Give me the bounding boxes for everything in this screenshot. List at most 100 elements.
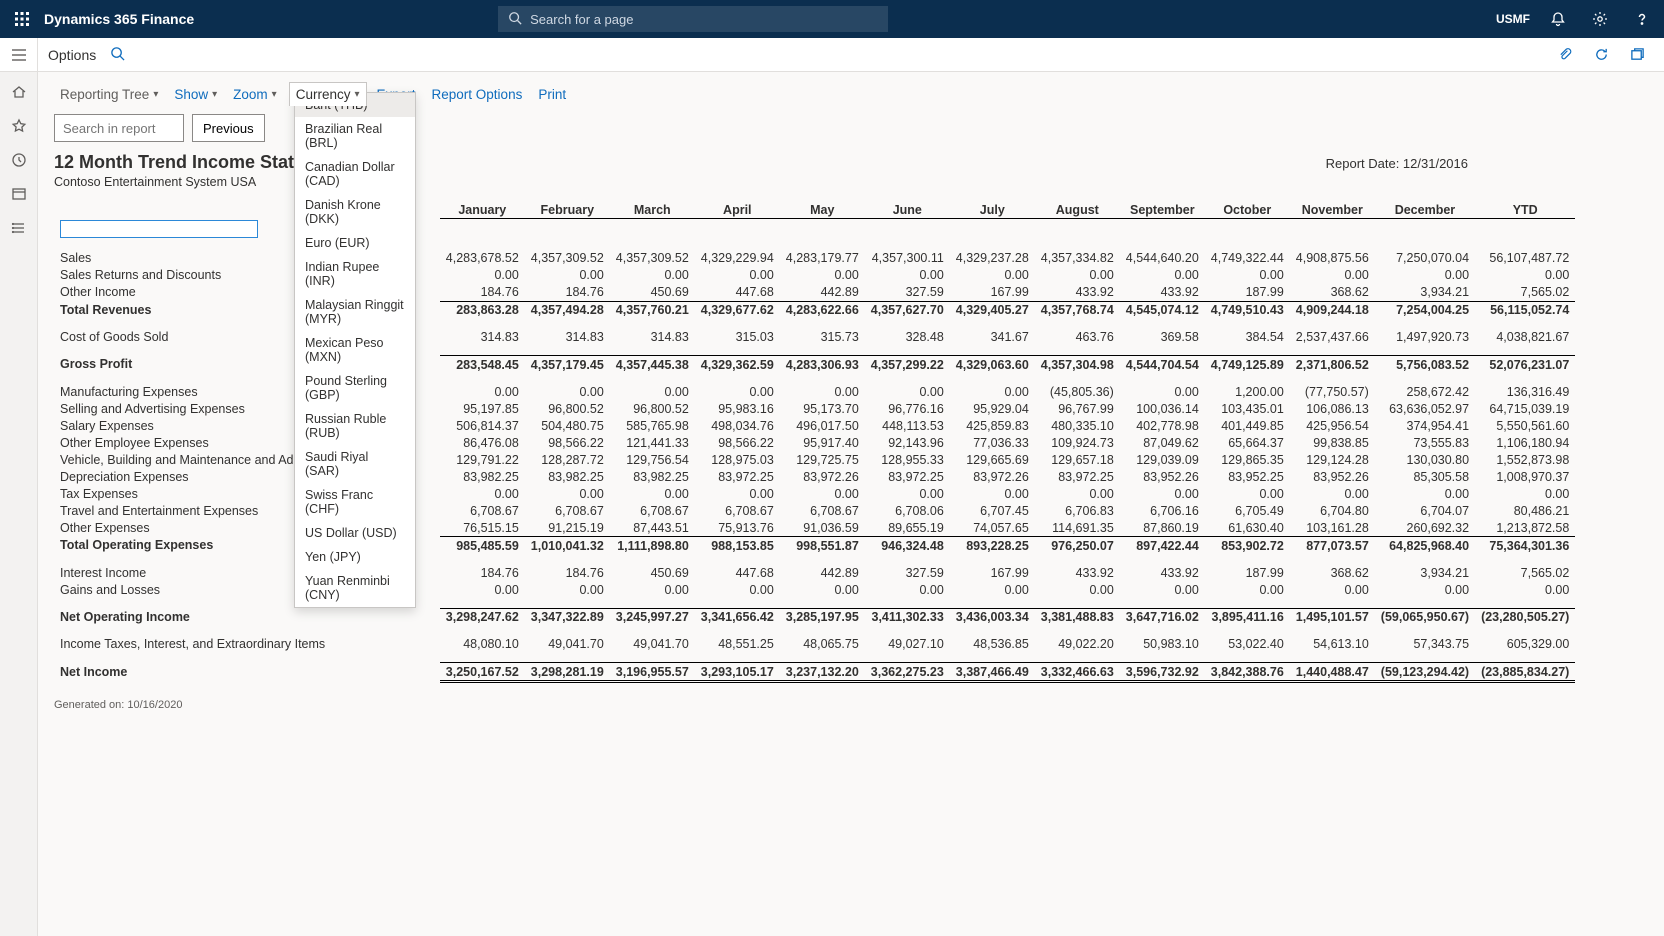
cell-value: 7,254,004.25 bbox=[1375, 301, 1475, 319]
cell-value: 1,552,873.98 bbox=[1475, 451, 1575, 468]
cell-value: 314.83 bbox=[525, 329, 610, 346]
gear-icon[interactable] bbox=[1586, 5, 1614, 33]
attach-icon[interactable] bbox=[1552, 42, 1578, 68]
cell-value: 0.00 bbox=[695, 383, 780, 400]
nav-toggle-icon[interactable] bbox=[0, 38, 38, 72]
currency-option[interactable]: Brazilian Real (BRL) bbox=[295, 117, 415, 155]
currency-option[interactable]: Indian Rupee (INR) bbox=[295, 255, 415, 293]
recent-icon[interactable] bbox=[5, 146, 33, 174]
cell-value: 3,387,466.49 bbox=[950, 663, 1035, 682]
currency-option[interactable]: Saudi Riyal (SAR) bbox=[295, 445, 415, 483]
zoom-label: Zoom bbox=[233, 87, 268, 102]
previous-button[interactable]: Previous bbox=[192, 114, 265, 142]
cell-value: 6,704.80 bbox=[1290, 502, 1375, 519]
cell-value: 184.76 bbox=[440, 284, 525, 302]
cell-value: 4,329,063.60 bbox=[950, 356, 1035, 374]
cell-value: 450.69 bbox=[610, 284, 695, 302]
page-search-icon[interactable] bbox=[110, 46, 125, 64]
report-table: JanuaryFebruaryMarchAprilMayJuneJulyAugu… bbox=[54, 201, 1575, 683]
cell-value: 83,952.26 bbox=[1290, 468, 1375, 485]
cell-value: 0.00 bbox=[525, 581, 610, 598]
cell-value: 129,865.35 bbox=[1205, 451, 1290, 468]
cell-value: 0.00 bbox=[1375, 581, 1475, 598]
cell-value: 103,435.01 bbox=[1205, 400, 1290, 417]
cell-value: 4,749,322.44 bbox=[1205, 250, 1290, 267]
favorites-icon[interactable] bbox=[5, 112, 33, 140]
cell-value: 6,704.07 bbox=[1375, 502, 1475, 519]
cell-value: 442.89 bbox=[780, 284, 865, 302]
cell-value: 4,908,875.56 bbox=[1290, 250, 1375, 267]
cell-value: 4,357,300.11 bbox=[865, 250, 950, 267]
chevron-down-icon: ▾ bbox=[153, 89, 158, 100]
cell-value: 99,838.85 bbox=[1290, 434, 1375, 451]
cell-value: 4,357,760.21 bbox=[610, 301, 695, 319]
currency-option[interactable]: Russian Ruble (RUB) bbox=[295, 407, 415, 445]
global-search-input[interactable] bbox=[530, 12, 878, 27]
cell-value: 368.62 bbox=[1290, 284, 1375, 302]
currency-option[interactable]: Canadian Dollar (CAD) bbox=[295, 155, 415, 193]
cell-value: 0.00 bbox=[1205, 485, 1290, 502]
currency-option[interactable]: US Dollar (USD) bbox=[295, 521, 415, 545]
cell-value: 3,347,322.89 bbox=[525, 608, 610, 626]
cell-value: 0.00 bbox=[780, 581, 865, 598]
cell-value: 341.67 bbox=[950, 329, 1035, 346]
cell-value: 6,708.67 bbox=[780, 502, 865, 519]
report-search-input[interactable] bbox=[54, 114, 184, 142]
notifications-icon[interactable] bbox=[1544, 5, 1572, 33]
cell-value: (59,065,950.67) bbox=[1375, 608, 1475, 626]
home-icon[interactable] bbox=[5, 78, 33, 106]
print-button[interactable]: Print bbox=[532, 83, 572, 106]
cell-value: 91,215.19 bbox=[525, 519, 610, 537]
cell-value: 87,443.51 bbox=[610, 519, 695, 537]
currency-option[interactable]: Pound Sterling (GBP) bbox=[295, 369, 415, 407]
selected-cell-indicator[interactable] bbox=[60, 220, 258, 238]
currency-option[interactable]: Euro (EUR) bbox=[295, 231, 415, 255]
cell-value: 4,283,622.66 bbox=[780, 301, 865, 319]
cell-value: 61,630.40 bbox=[1205, 519, 1290, 537]
cell-value: 64,825,968.40 bbox=[1375, 537, 1475, 555]
reporting-tree-menu[interactable]: Reporting Tree ▾ bbox=[54, 83, 164, 106]
cell-value: 167.99 bbox=[950, 564, 1035, 581]
cell-value: 425,859.83 bbox=[950, 417, 1035, 434]
cell-value: 0.00 bbox=[610, 267, 695, 284]
cell-value: 3,298,247.62 bbox=[440, 608, 525, 626]
currency-option[interactable]: Mexican Peso (MXN) bbox=[295, 331, 415, 369]
currency-option[interactable]: Swiss Franc (CHF) bbox=[295, 483, 415, 521]
report-options-button[interactable]: Report Options bbox=[426, 83, 529, 106]
table-row: Gains and Losses0.000.000.000.000.000.00… bbox=[54, 581, 1575, 598]
cell-value: 2,537,437.66 bbox=[1290, 329, 1375, 346]
currency-option[interactable]: Malaysian Ringgit (MYR) bbox=[295, 293, 415, 331]
table-row: Gross Profit283,548.454,357,179.454,357,… bbox=[54, 356, 1575, 374]
column-header: December bbox=[1375, 201, 1475, 219]
modules-icon[interactable] bbox=[5, 214, 33, 242]
currency-option[interactable]: Yen (JPY) bbox=[295, 545, 415, 569]
cell-value: 85,305.58 bbox=[1375, 468, 1475, 485]
options-menu[interactable]: Options bbox=[48, 47, 96, 63]
cell-value: 4,283,306.93 bbox=[780, 356, 865, 374]
help-icon[interactable] bbox=[1628, 5, 1656, 33]
chevron-down-icon: ▾ bbox=[272, 89, 277, 100]
cell-value: 0.00 bbox=[1375, 485, 1475, 502]
global-search[interactable] bbox=[498, 6, 888, 32]
cell-value: 129,124.28 bbox=[1290, 451, 1375, 468]
cell-value: 4,357,309.52 bbox=[525, 250, 610, 267]
cell-value: 4,357,334.82 bbox=[1035, 250, 1120, 267]
currency-option[interactable]: Yuan Renminbi (CNY) bbox=[295, 569, 415, 607]
currency-option[interactable]: Danish Krone (DKK) bbox=[295, 193, 415, 231]
currency-menu[interactable]: Currency ▾ bbox=[289, 82, 367, 106]
cell-value: 53,022.40 bbox=[1205, 636, 1290, 653]
show-menu[interactable]: Show ▾ bbox=[168, 83, 223, 106]
cell-value: 384.54 bbox=[1205, 329, 1290, 346]
cell-value: (23,885,834.27) bbox=[1475, 663, 1575, 682]
app-launcher-icon[interactable] bbox=[8, 5, 36, 33]
refresh-icon[interactable] bbox=[1588, 42, 1614, 68]
workspaces-icon[interactable] bbox=[5, 180, 33, 208]
cell-value: 463.76 bbox=[1035, 329, 1120, 346]
cell-value: 80,486.21 bbox=[1475, 502, 1575, 519]
cell-value: 95,173.70 bbox=[780, 400, 865, 417]
cell-value: 109,924.73 bbox=[1035, 434, 1120, 451]
cell-value: 328.48 bbox=[865, 329, 950, 346]
zoom-menu[interactable]: Zoom ▾ bbox=[227, 83, 283, 106]
popout-icon[interactable] bbox=[1624, 42, 1650, 68]
currency-dropdown[interactable]: Baht (THB)Brazilian Real (BRL)Canadian D… bbox=[294, 92, 416, 608]
